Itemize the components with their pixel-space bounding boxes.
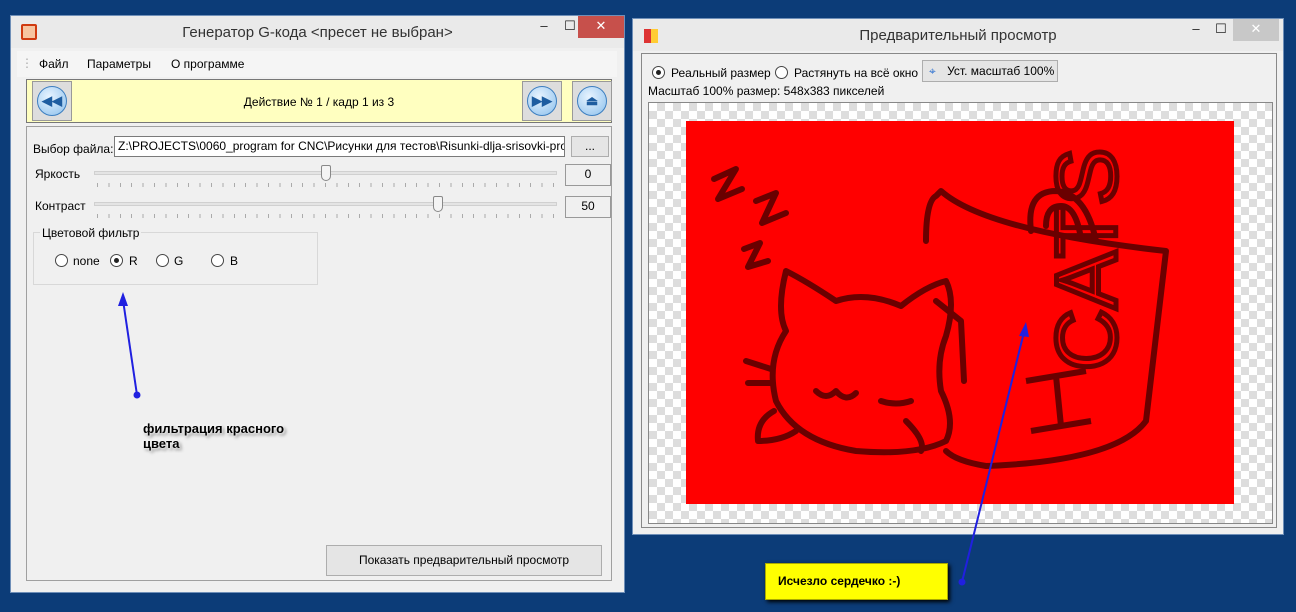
arrow-dot	[958, 578, 966, 586]
heart-note: Исчезло сердечко :-)	[778, 574, 901, 588]
annotation-arrows	[118, 292, 1029, 586]
arrow-filter	[122, 299, 138, 396]
arrow-heart	[961, 331, 1025, 583]
heart-note-box: Исчезло сердечко :-)	[765, 563, 948, 600]
arrowhead-icon	[118, 292, 128, 306]
arrowhead-icon	[1019, 322, 1029, 337]
filter-note: фильтрация красного цвета	[143, 421, 285, 451]
arrow-dot	[133, 391, 141, 399]
